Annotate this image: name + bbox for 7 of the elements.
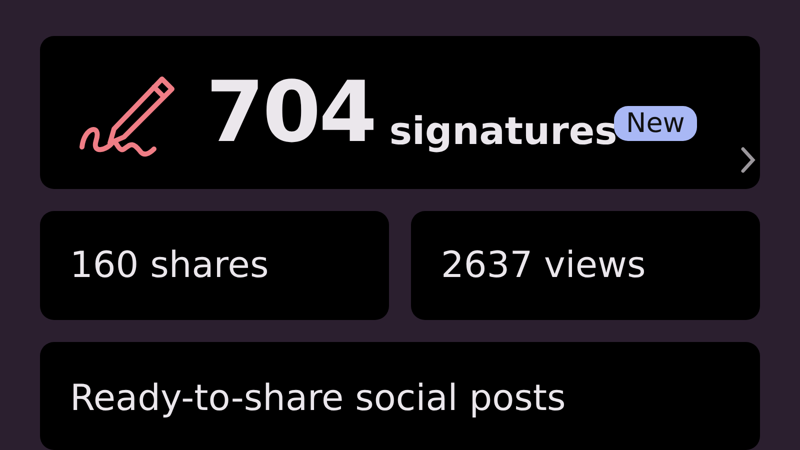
new-badge: New bbox=[614, 106, 697, 141]
chevron-right-icon bbox=[740, 146, 756, 174]
stat-card: 160 shares bbox=[40, 210, 389, 320]
signatures-card[interactable]: 704 signatures New bbox=[40, 36, 760, 189]
stat-card: 2637 views bbox=[411, 210, 760, 320]
signature-count: 704 bbox=[206, 70, 376, 154]
social-posts-card[interactable]: Ready-to-share social posts bbox=[40, 342, 760, 450]
